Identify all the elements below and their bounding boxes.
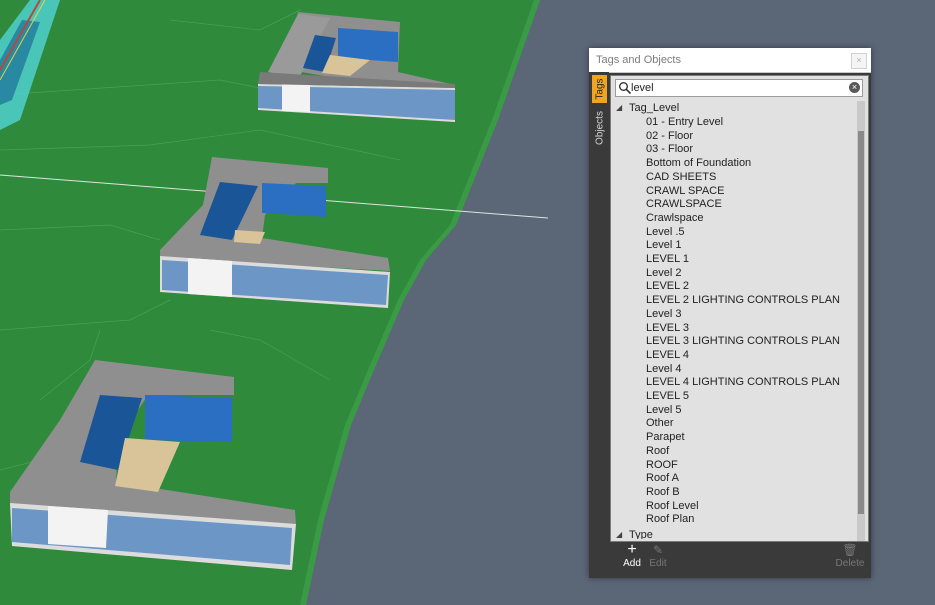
tree-item[interactable]: Roof Plan	[646, 512, 694, 526]
side-tab-strip: Tags Objects	[589, 72, 609, 578]
tree-item[interactable]: LEVEL 3	[646, 321, 689, 335]
tree-item[interactable]: ROOF	[646, 458, 678, 472]
edit-button[interactable]: ✎ Edit	[638, 542, 678, 574]
tree-item[interactable]: LEVEL 1	[646, 252, 689, 266]
tree-item[interactable]: LEVEL 4 LIGHTING CONTROLS PLAN	[646, 375, 840, 389]
tab-objects-label: Objects	[594, 111, 605, 145]
tags-objects-panel: Tags and Objects × Tags Objects × ◢ Tag_…	[589, 48, 871, 578]
tree-item[interactable]: Other	[646, 416, 674, 430]
tree-item[interactable]: Roof	[646, 444, 669, 458]
tree-item[interactable]: LEVEL 5	[646, 389, 689, 403]
tree-item[interactable]: LEVEL 3 LIGHTING CONTROLS PLAN	[646, 334, 840, 348]
tree-item[interactable]: CRAWL SPACE	[646, 184, 724, 198]
search-icon	[619, 82, 632, 95]
search-input[interactable]	[631, 81, 831, 95]
expand-caret-icon[interactable]: ◢	[616, 528, 626, 539]
tree-item[interactable]: Level 5	[646, 403, 681, 417]
tree-item[interactable]: Bottom of Foundation	[646, 156, 751, 170]
search-box[interactable]: ×	[615, 79, 863, 97]
tree-item[interactable]: Roof A	[646, 471, 679, 485]
tree-item[interactable]: CAD SHEETS	[646, 170, 716, 184]
tree-item[interactable]: Roof B	[646, 485, 680, 499]
tree-item[interactable]: CRAWLSPACE	[646, 197, 722, 211]
tree-node-label: Tag_Level	[629, 102, 680, 114]
panel-title: Tags and Objects	[596, 54, 681, 66]
tab-tags-label: Tags	[594, 78, 605, 100]
edit-button-label: Edit	[649, 558, 667, 569]
expand-caret-icon[interactable]: ◢	[616, 101, 626, 115]
tree-item[interactable]: Level 4	[646, 362, 681, 376]
tree-item[interactable]: Crawlspace	[646, 211, 703, 225]
tree-node-label: Type	[629, 529, 653, 539]
tree-item[interactable]: 02 - Floor	[646, 129, 693, 143]
tags-content: × ◢ Tag_Level 01 - Entry Level02 - Floor…	[610, 75, 869, 542]
tree-item[interactable]: 01 - Entry Level	[646, 115, 723, 129]
tree-item[interactable]: LEVEL 4	[646, 348, 689, 362]
delete-button[interactable]: 🗑 Delete	[830, 542, 870, 574]
panel-toolbar: + Add ✎ Edit 🗑 Delete	[610, 542, 868, 574]
tree-item[interactable]: 03 - Floor	[646, 142, 693, 156]
tree-item[interactable]: Level 1	[646, 238, 681, 252]
tab-tags[interactable]: Tags	[592, 75, 607, 103]
tab-objects[interactable]: Objects	[592, 105, 607, 151]
tree-item[interactable]: LEVEL 2 LIGHTING CONTROLS PLAN	[646, 293, 840, 307]
delete-button-label: Delete	[835, 558, 865, 569]
scrollbar-thumb[interactable]	[858, 131, 864, 514]
clear-search-icon[interactable]: ×	[849, 82, 860, 93]
tree-item[interactable]: LEVEL 2	[646, 279, 689, 293]
tree-scrollbar[interactable]	[857, 101, 865, 541]
tree-item[interactable]: Parapet	[646, 430, 685, 444]
tree-item[interactable]: Level 2	[646, 266, 681, 280]
trash-icon: 🗑	[842, 543, 858, 557]
tree-item[interactable]: Level .5	[646, 225, 685, 239]
tree-item[interactable]: Level 3	[646, 307, 681, 321]
panel-titlebar[interactable]: Tags and Objects ×	[589, 48, 871, 73]
tree-item[interactable]: Roof Level	[646, 499, 699, 513]
close-button[interactable]: ×	[851, 53, 867, 69]
tag-tree: ◢ Tag_Level 01 - Entry Level 02 - Floor 03…	[612, 101, 857, 539]
pencil-icon: ✎	[652, 543, 664, 557]
